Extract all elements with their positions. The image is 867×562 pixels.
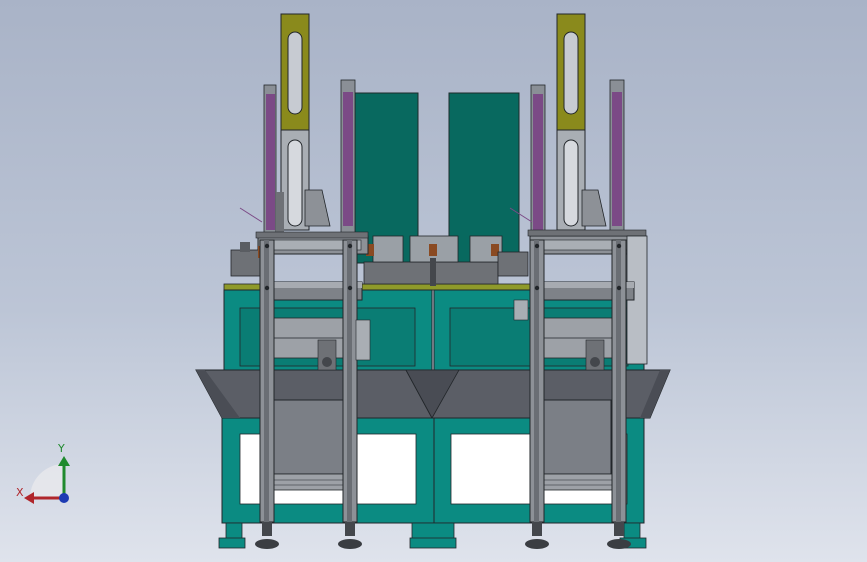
cad-viewport[interactable]: X Y — [0, 0, 867, 562]
y-axis-label: Y — [58, 442, 65, 455]
coordinate-triad-icon: X Y — [10, 438, 80, 508]
middle-deck — [363, 235, 503, 286]
x-axis-label: X — [16, 486, 24, 499]
machine-assembly-model[interactable] — [0, 0, 867, 562]
